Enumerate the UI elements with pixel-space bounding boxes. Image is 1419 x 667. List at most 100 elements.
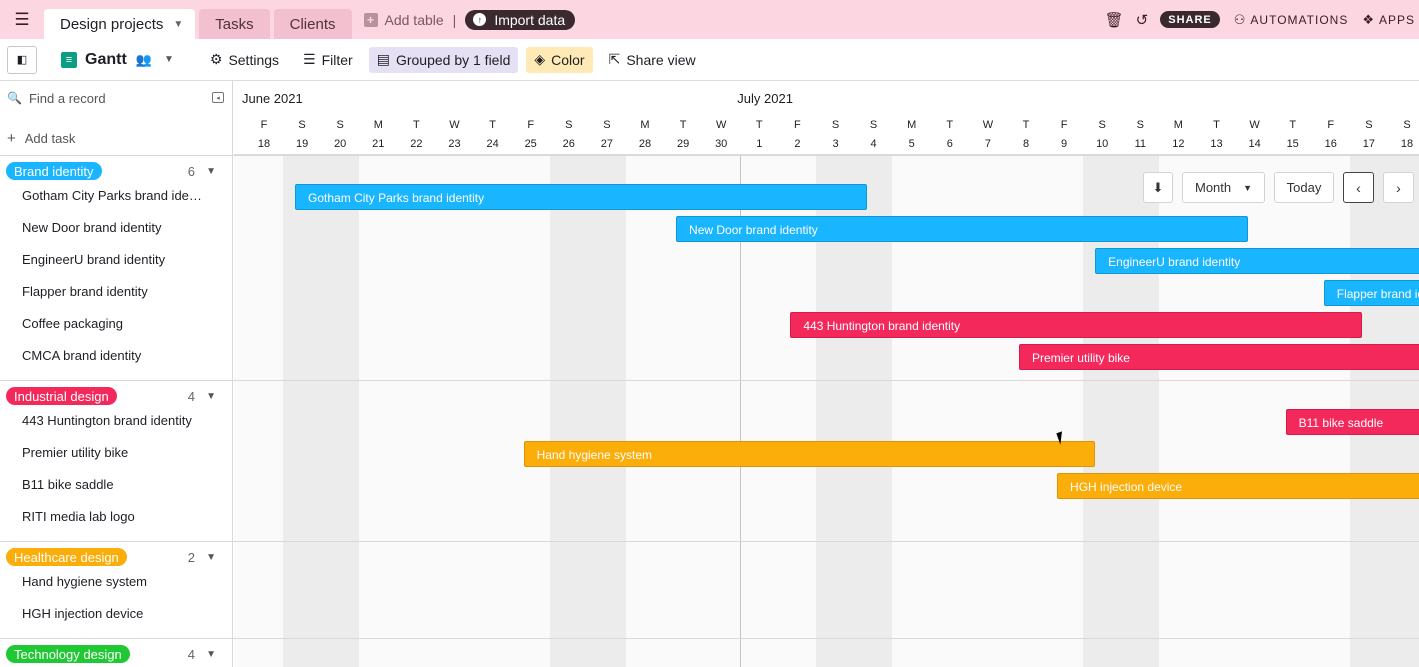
list-item[interactable]: Hand hygiene system bbox=[22, 572, 202, 592]
share-button[interactable]: SHARE bbox=[1160, 11, 1220, 28]
collaborative-view-icon: 👥 bbox=[135, 51, 152, 67]
apps-label: APPS bbox=[1378, 12, 1415, 27]
today-button[interactable]: Today bbox=[1274, 172, 1334, 203]
day-number: 9 bbox=[1061, 138, 1068, 150]
tab-clients[interactable]: Clients bbox=[273, 9, 352, 39]
weekday-label: T bbox=[413, 119, 420, 131]
chevron-down-icon[interactable]: ▼ bbox=[206, 166, 216, 177]
weekday-label: S bbox=[831, 119, 840, 131]
gantt-bar[interactable]: 443 Huntington brand identity bbox=[790, 312, 1362, 338]
weekday-label: T bbox=[755, 119, 763, 131]
weekday-label: T bbox=[1213, 119, 1220, 131]
automations-button[interactable]: ⚇ AUTOMATIONS bbox=[1234, 12, 1349, 28]
weekday-label: W bbox=[715, 119, 727, 131]
hamburger-menu-icon[interactable]: ☰ bbox=[0, 0, 44, 39]
tab-design-projects[interactable]: Design projects ▼ bbox=[44, 9, 196, 39]
chevron-down-icon[interactable]: ▼ bbox=[206, 552, 216, 563]
sidebar-toggle-icon[interactable]: ◧ bbox=[7, 45, 37, 74]
weekday-label: S bbox=[1098, 119, 1106, 131]
color-button[interactable]: ◈ Color bbox=[526, 46, 593, 73]
gantt-bar[interactable]: New Door brand identity bbox=[676, 216, 1248, 242]
day-number: 4 bbox=[870, 138, 877, 150]
share-view-button[interactable]: ⇱ Share view bbox=[601, 47, 704, 73]
top-bar: ☰ Design projects ▼ Tasks Clients + Add … bbox=[0, 0, 1419, 39]
gantt-bar[interactable]: Flapper brand identity bbox=[1323, 280, 1419, 306]
trash-icon[interactable]: 🗑 bbox=[1105, 11, 1124, 29]
day-column-label: M5 bbox=[893, 116, 931, 154]
chevron-down-icon[interactable]: ▼ bbox=[206, 391, 216, 402]
list-item[interactable]: Coffee packaging bbox=[22, 314, 202, 334]
timeline-group-divider bbox=[234, 155, 1419, 156]
group-header[interactable]: Brand identity 6 ▼ bbox=[0, 156, 232, 186]
add-table-button[interactable]: + Add table bbox=[363, 12, 444, 28]
day-number: 24 bbox=[486, 138, 499, 150]
view-name: Gantt bbox=[85, 50, 127, 68]
day-column-label: S 10 bbox=[1083, 116, 1121, 154]
filter-button[interactable]: ☰ Filter bbox=[295, 47, 361, 73]
app-window: ☰ Design projects ▼ Tasks Clients + Add … bbox=[0, 0, 1419, 667]
tab-tasks-label: Tasks bbox=[215, 15, 254, 33]
weekday-label: S bbox=[603, 119, 611, 131]
day-column-label: T6 bbox=[931, 116, 969, 154]
day-column-label: T 15 bbox=[1274, 116, 1312, 154]
list-item[interactable]: Premier utility bike bbox=[22, 443, 202, 463]
weekday-label: T bbox=[489, 119, 496, 131]
weekday-label: M bbox=[907, 119, 917, 131]
gantt-bar[interactable]: Hand hygiene system bbox=[523, 441, 1096, 467]
list-item[interactable]: EngineerU brand identity bbox=[22, 250, 202, 270]
month-label: June 2021 bbox=[242, 91, 303, 106]
day-number: 5 bbox=[908, 138, 915, 150]
weekday-label: T bbox=[1022, 119, 1030, 131]
day-number: 21 bbox=[372, 138, 385, 150]
gantt-bar[interactable]: Premier utility bike bbox=[1018, 344, 1419, 370]
import-data-button[interactable]: ↑ Import data bbox=[465, 9, 576, 30]
gantt-bar[interactable]: Gotham City Parks brand identity bbox=[295, 184, 867, 210]
day-column-label: F 18 bbox=[245, 116, 283, 154]
chevron-down-icon[interactable]: ▼ bbox=[173, 19, 183, 30]
timescale-value: Month bbox=[1195, 180, 1232, 195]
previous-arrow-icon[interactable]: ‹ bbox=[1343, 172, 1374, 203]
group-count: 2 bbox=[187, 549, 195, 565]
next-arrow-icon[interactable]: › bbox=[1383, 172, 1414, 203]
day-number: 11 bbox=[1134, 138, 1146, 150]
group-header[interactable]: Technology design 4 ▼ bbox=[0, 639, 232, 667]
gantt-bar[interactable]: HGH injection device bbox=[1057, 473, 1419, 499]
list-item[interactable]: 443 Huntington brand identity bbox=[22, 411, 202, 431]
find-record-search[interactable]: 🔍 Find a record ◂ bbox=[0, 81, 232, 115]
gantt-bar[interactable]: EngineerU brand identity bbox=[1095, 248, 1419, 274]
settings-button[interactable]: ⚙ Settings bbox=[202, 47, 287, 73]
history-icon[interactable]: ↺ bbox=[1136, 11, 1149, 29]
view-switcher[interactable]: ≡ Gantt 👥 ▼ bbox=[61, 51, 174, 69]
day-number: 27 bbox=[600, 138, 614, 150]
weekday-label: S bbox=[869, 119, 878, 131]
list-item[interactable]: HGH injection device bbox=[22, 604, 202, 624]
chevron-down-icon[interactable]: ▼ bbox=[164, 54, 174, 65]
apps-button[interactable]: ❖ APPS bbox=[1362, 12, 1415, 28]
group-header[interactable]: Healthcare design 2 ▼ bbox=[0, 542, 232, 572]
list-item[interactable]: CMCA brand identity bbox=[22, 346, 202, 366]
day-column-label: T 24 bbox=[474, 116, 512, 154]
list-item[interactable]: Gotham City Parks brand identity bbox=[22, 186, 202, 206]
day-number: 26 bbox=[562, 138, 575, 150]
group-pill: Healthcare design bbox=[6, 548, 127, 566]
chevron-down-icon[interactable]: ▼ bbox=[206, 649, 216, 660]
download-icon[interactable]: ⬇ bbox=[1143, 172, 1173, 203]
weekday-label: S bbox=[1365, 119, 1373, 131]
add-task-button[interactable]: + Add task bbox=[0, 125, 75, 151]
list-item[interactable]: B11 bike saddle bbox=[22, 475, 202, 495]
timescale-select[interactable]: Month ▼ bbox=[1182, 172, 1265, 203]
gantt-bar[interactable]: B11 bike saddle bbox=[1285, 409, 1419, 435]
weekday-label: M bbox=[640, 119, 650, 131]
timeline-group-divider bbox=[234, 541, 1419, 542]
group-button[interactable]: ▤ Grouped by 1 field bbox=[368, 46, 519, 73]
day-number: 19 bbox=[295, 138, 309, 150]
list-item[interactable]: Flapper brand identity bbox=[22, 282, 202, 302]
day-number: 14 bbox=[1248, 138, 1261, 150]
collapse-panel-icon[interactable]: ◂ bbox=[212, 92, 224, 103]
list-item[interactable]: RITI media lab logo bbox=[22, 507, 202, 527]
list-item[interactable]: New Door brand identity bbox=[22, 218, 202, 238]
group-header[interactable]: Industrial design 4 ▼ bbox=[0, 381, 232, 411]
day-column-label: F 25 bbox=[512, 116, 550, 154]
day-column-label: M 12 bbox=[1159, 116, 1197, 154]
tab-tasks[interactable]: Tasks bbox=[199, 9, 270, 39]
